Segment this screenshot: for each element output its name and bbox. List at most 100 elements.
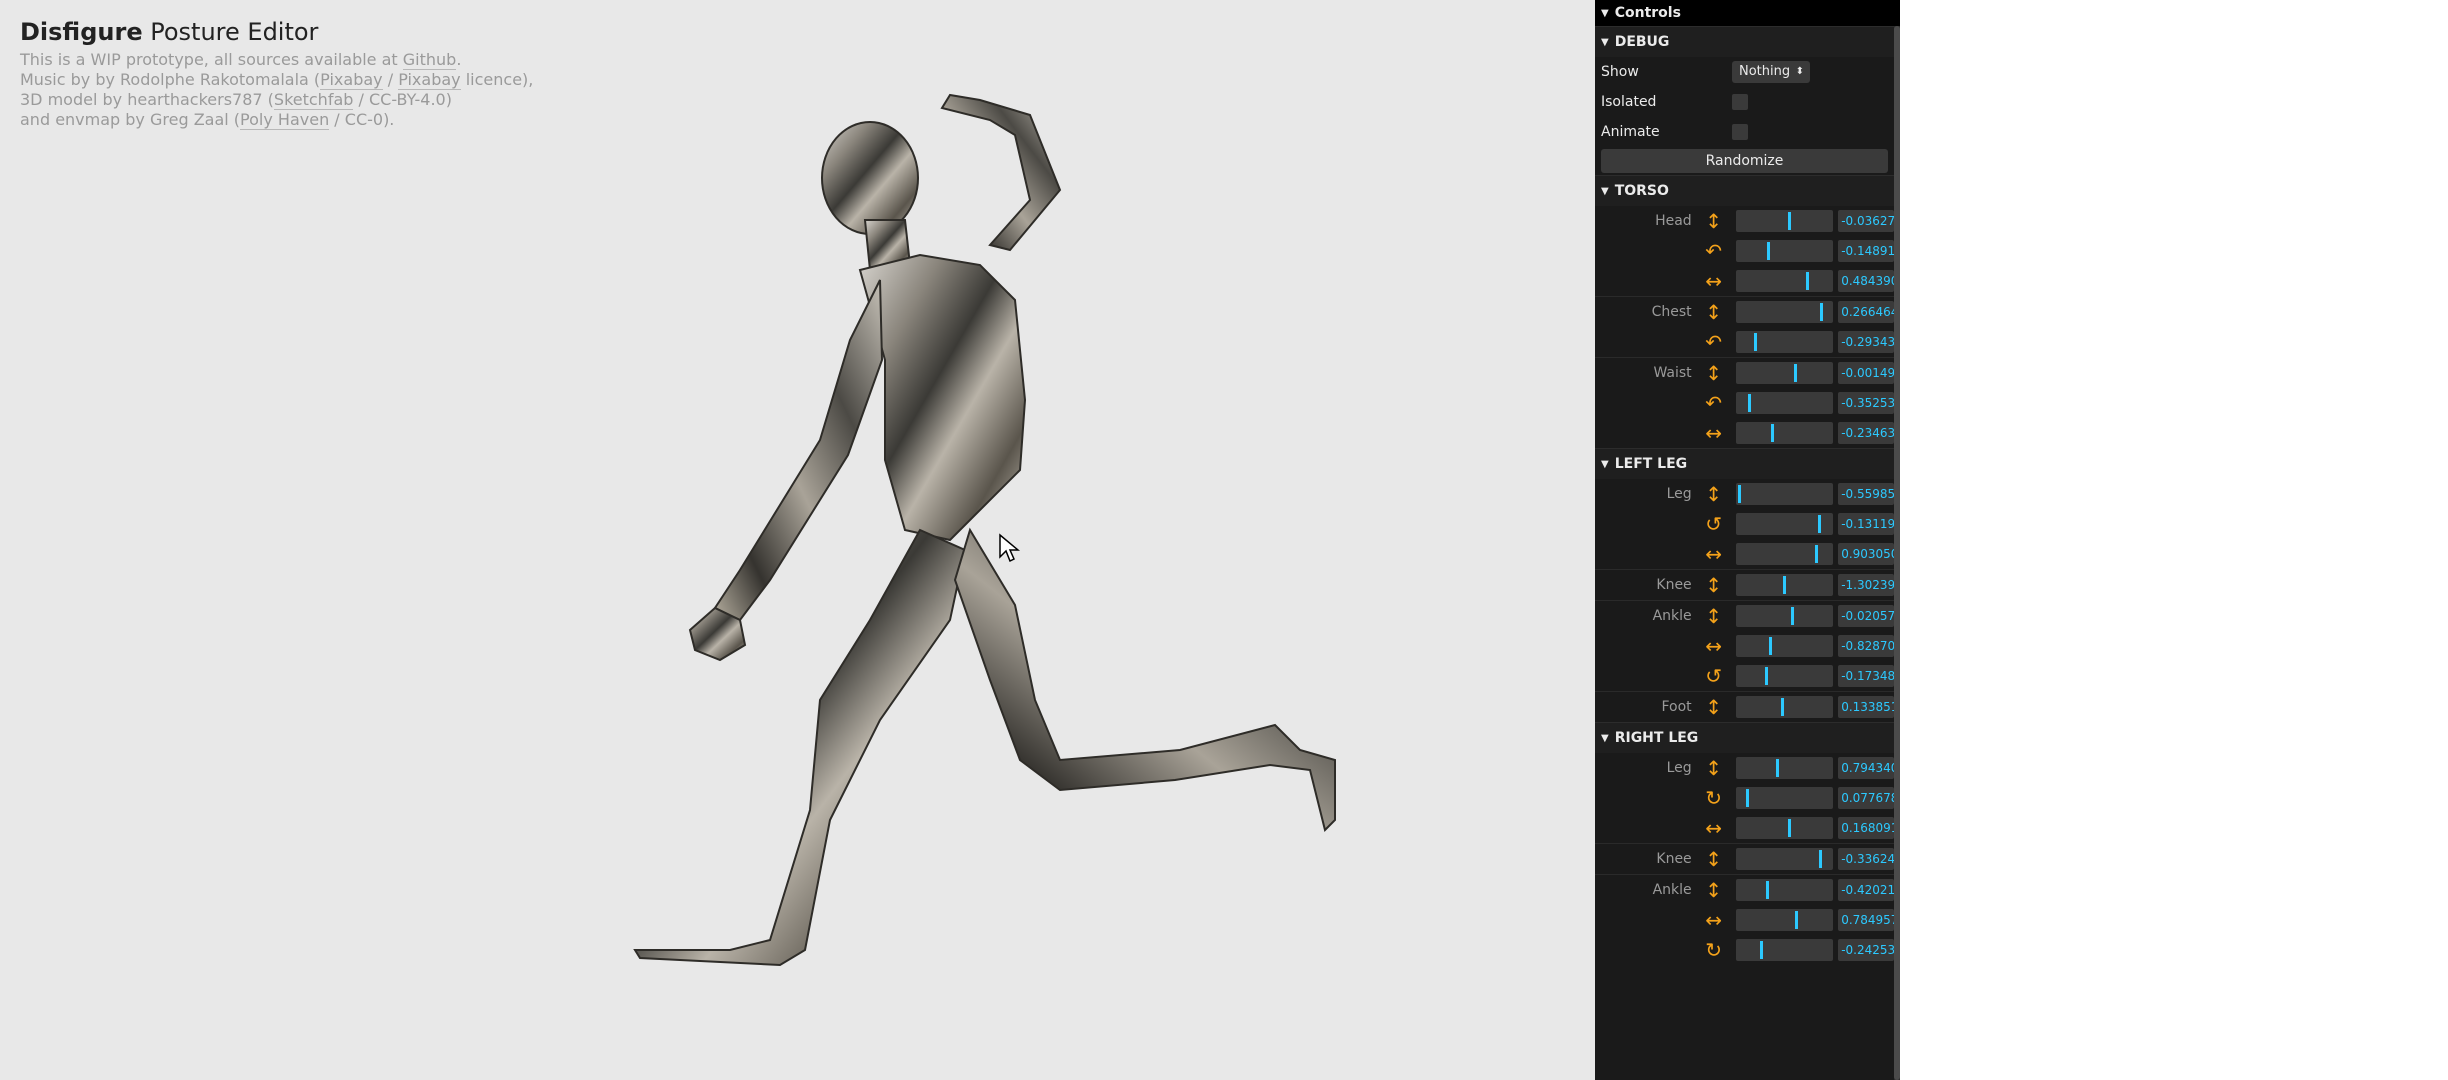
rotate-icon: ↺	[1705, 664, 1722, 688]
value-input[interactable]: 0.484390	[1838, 270, 1894, 292]
controls-title[interactable]: ▼ Controls	[1595, 0, 1900, 26]
animate-checkbox[interactable]	[1732, 124, 1748, 140]
value-slider[interactable]	[1735, 635, 1834, 657]
value-slider[interactable]	[1735, 574, 1834, 596]
slider-row: Leg ↕ 0.794340	[1595, 753, 1894, 783]
value-slider[interactable]	[1735, 331, 1834, 353]
value-slider[interactable]	[1735, 270, 1834, 292]
slider-row-label: Knee	[1656, 577, 1692, 593]
value-slider[interactable]	[1735, 362, 1834, 384]
slider-handle[interactable]	[1817, 515, 1821, 533]
value-slider[interactable]	[1735, 483, 1834, 505]
folder-right-leg[interactable]: ▼ RIGHT LEG	[1595, 722, 1900, 753]
slider-handle[interactable]	[1814, 545, 1818, 563]
value-slider[interactable]	[1735, 513, 1834, 535]
info-text: / CC-BY-4.0)	[353, 90, 452, 109]
slider-row: ↻ -0.24253	[1595, 935, 1894, 965]
value-input[interactable]: -0.03627	[1838, 210, 1894, 232]
animate-label: Animate	[1601, 124, 1660, 140]
value-input[interactable]: -0.23463	[1838, 422, 1894, 444]
sketchfab-link[interactable]: Sketchfab	[273, 90, 354, 110]
value-input[interactable]: -0.02057	[1838, 605, 1894, 627]
scrollbar-thumb[interactable]	[1894, 26, 1900, 1080]
value-input[interactable]: -0.82870	[1838, 635, 1894, 657]
value-slider[interactable]	[1735, 817, 1834, 839]
value-input[interactable]: -0.35253	[1838, 392, 1894, 414]
value-input[interactable]: 0.133851	[1838, 696, 1894, 718]
pixabay-link[interactable]: Pixabay	[320, 70, 383, 90]
poly-haven-link[interactable]: Poly Haven	[240, 110, 330, 130]
chrome-mannequin-figure[interactable]	[620, 60, 1380, 990]
slider-handle[interactable]	[1818, 850, 1822, 868]
slider-handle[interactable]	[1787, 819, 1791, 837]
value-input[interactable]: 0.077678	[1838, 787, 1894, 809]
slider-handle[interactable]	[1753, 333, 1757, 351]
randomize-button[interactable]: Randomize	[1601, 149, 1888, 173]
vertical-arrows-icon: ↕	[1705, 573, 1722, 597]
isolated-checkbox[interactable]	[1732, 94, 1748, 110]
value-slider[interactable]	[1735, 210, 1834, 232]
slider-handle[interactable]	[1793, 364, 1797, 382]
pixabay-licence-link[interactable]: Pixabay	[398, 70, 461, 90]
value-input[interactable]: 0.266464	[1838, 301, 1894, 323]
folder-left-leg[interactable]: ▼ LEFT LEG	[1595, 448, 1900, 479]
value-input[interactable]: 0.784957	[1838, 909, 1894, 931]
info-text: This is a WIP prototype, all sources ava…	[20, 50, 403, 69]
value-slider[interactable]	[1735, 787, 1834, 809]
panel-scrollbar[interactable]	[1894, 26, 1900, 1080]
info-text: / CC-0).	[329, 110, 395, 129]
value-input[interactable]: 0.903050	[1838, 543, 1894, 565]
value-input[interactable]: -0.55985	[1838, 483, 1894, 505]
slider-handle[interactable]	[1782, 576, 1786, 594]
value-input[interactable]: -0.00149	[1838, 362, 1894, 384]
value-input[interactable]: 0.794340	[1838, 757, 1894, 779]
value-slider[interactable]	[1735, 879, 1834, 901]
slider-handle[interactable]	[1747, 394, 1751, 412]
slider-handle[interactable]	[1805, 272, 1809, 290]
vertical-arrows-icon: ↕	[1705, 756, 1722, 780]
slider-handle[interactable]	[1794, 911, 1798, 929]
value-slider[interactable]	[1735, 848, 1834, 870]
value-slider[interactable]	[1735, 392, 1834, 414]
folder-debug[interactable]: ▼ DEBUG	[1595, 26, 1900, 57]
value-input[interactable]: -0.24253	[1838, 939, 1894, 961]
github-link[interactable]: Github	[402, 50, 457, 70]
slider-handle[interactable]	[1780, 698, 1784, 716]
value-input[interactable]: -0.14891	[1838, 240, 1894, 262]
value-slider[interactable]	[1735, 939, 1834, 961]
show-select[interactable]: Nothing ⬍	[1732, 61, 1810, 83]
slider-handle[interactable]	[1787, 212, 1791, 230]
slider-handle[interactable]	[1765, 881, 1769, 899]
value-slider[interactable]	[1735, 665, 1834, 687]
slider-handle[interactable]	[1819, 303, 1823, 321]
value-slider[interactable]	[1735, 605, 1834, 627]
value-input[interactable]: -1.30239	[1838, 574, 1894, 596]
controls-panel[interactable]: ▼ Controls ▼ DEBUG Show Nothing ⬍ Isolated …	[1595, 0, 1900, 1080]
slider-handle[interactable]	[1770, 424, 1774, 442]
horizontal-arrows-icon: ↔	[1705, 542, 1722, 566]
slider-handle[interactable]	[1775, 759, 1779, 777]
value-slider[interactable]	[1735, 543, 1834, 565]
value-input[interactable]: -0.29343	[1838, 331, 1894, 353]
slider-handle[interactable]	[1766, 242, 1770, 260]
slider-handle[interactable]	[1737, 485, 1741, 503]
value-slider[interactable]	[1735, 696, 1834, 718]
3d-viewport[interactable]: Disfigure Posture Editor This is a WIP p…	[0, 0, 1595, 1080]
value-input[interactable]: -0.42021	[1838, 879, 1894, 901]
value-slider[interactable]	[1735, 301, 1834, 323]
slider-handle[interactable]	[1768, 637, 1772, 655]
slider-row: Ankle ↕ -0.42021	[1595, 874, 1894, 905]
slider-handle[interactable]	[1764, 667, 1768, 685]
value-slider[interactable]	[1735, 422, 1834, 444]
value-slider[interactable]	[1735, 240, 1834, 262]
slider-handle[interactable]	[1759, 941, 1763, 959]
value-input[interactable]: 0.168091	[1838, 817, 1894, 839]
value-input[interactable]: -0.33624	[1838, 848, 1894, 870]
value-slider[interactable]	[1735, 909, 1834, 931]
value-input[interactable]: -0.13119	[1838, 513, 1894, 535]
slider-handle[interactable]	[1745, 789, 1749, 807]
slider-handle[interactable]	[1790, 607, 1794, 625]
folder-torso[interactable]: ▼ TORSO	[1595, 175, 1900, 206]
value-input[interactable]: -0.17348	[1838, 665, 1894, 687]
value-slider[interactable]	[1735, 757, 1834, 779]
